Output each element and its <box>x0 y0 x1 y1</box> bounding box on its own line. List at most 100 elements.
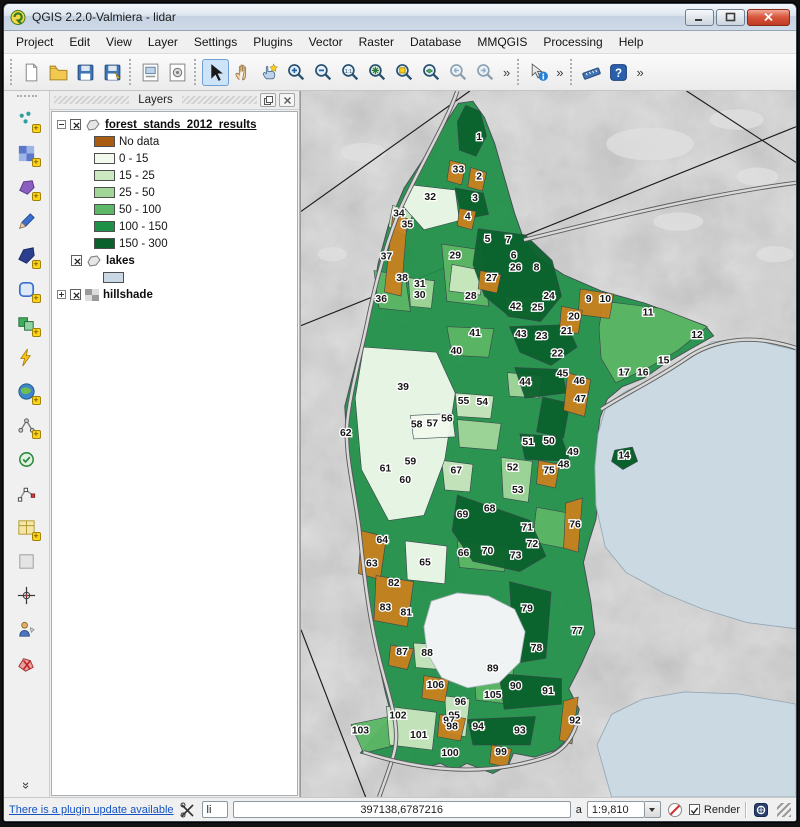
open-project-button[interactable] <box>45 59 72 86</box>
menu-processing[interactable]: Processing <box>535 32 610 52</box>
menu-plugins[interactable]: Plugins <box>245 32 300 52</box>
node-tool-icon[interactable] <box>15 481 39 505</box>
menu-vector[interactable]: Vector <box>301 32 351 52</box>
layer-visibility-checkbox[interactable] <box>70 289 81 300</box>
save-project-as-button[interactable] <box>99 59 126 86</box>
toolbar-overflow-chevron[interactable]: » <box>632 65 647 80</box>
float-panel-button[interactable] <box>260 93 276 107</box>
annotation-pen-icon[interactable] <box>15 209 39 233</box>
scale-combobox[interactable]: 1:9,810 <box>587 801 661 818</box>
svg-text:96: 96 <box>455 697 467 708</box>
check-geometry-icon[interactable] <box>15 447 39 471</box>
new-project-button[interactable] <box>18 59 45 86</box>
legend-item[interactable]: 50 - 100 <box>94 201 297 218</box>
scale-dropdown-button[interactable] <box>645 801 661 818</box>
pointer-tool-button[interactable] <box>202 59 229 86</box>
zoom-to-selection-button[interactable] <box>391 59 418 86</box>
scale-value[interactable]: 1:9,810 <box>587 801 645 818</box>
layer-row-forest-stands[interactable]: forest_stands_2012_results <box>57 116 297 133</box>
legend-item[interactable]: 100 - 150 <box>94 218 297 235</box>
toolbar-handle[interactable] <box>129 59 134 85</box>
legend-item[interactable]: 15 - 25 <box>94 167 297 184</box>
measure-tool-button[interactable] <box>578 59 605 86</box>
zoom-out-button[interactable] <box>310 59 337 86</box>
close-button[interactable] <box>747 9 790 26</box>
svg-text:31: 31 <box>414 279 426 290</box>
collapse-expander-icon[interactable] <box>57 120 66 129</box>
plugin-update-link[interactable]: There is a plugin update available <box>9 804 174 816</box>
composer-manager-button[interactable] <box>164 59 191 86</box>
pan-tool-button[interactable] <box>229 59 256 86</box>
new-vector-layer-icon[interactable] <box>15 311 39 335</box>
menu-edit[interactable]: Edit <box>61 32 98 52</box>
topology-nodes-icon[interactable] <box>15 413 39 437</box>
layer-name[interactable]: forest_stands_2012_results <box>105 119 257 131</box>
toolbar-handle[interactable] <box>10 59 15 85</box>
legend-swatch <box>94 187 115 198</box>
sidebar-handle[interactable] <box>17 95 37 97</box>
sidebar-expand-chevron[interactable]: » <box>19 782 34 789</box>
new-table-icon[interactable] <box>15 515 39 539</box>
zoom-last-button[interactable] <box>445 59 472 86</box>
pan-to-selection-button[interactable] <box>256 59 283 86</box>
minimize-button[interactable] <box>685 9 714 26</box>
resize-grip[interactable] <box>777 803 791 817</box>
lightning-tool-icon[interactable] <box>15 345 39 369</box>
blank-tool-icon[interactable] <box>15 549 39 573</box>
layer-visibility-checkbox[interactable] <box>71 255 82 266</box>
maximize-button[interactable] <box>716 9 745 26</box>
identify-features-button[interactable] <box>525 59 552 86</box>
new-shape-tool-icon[interactable] <box>15 277 39 301</box>
legend-item[interactable]: 150 - 300 <box>94 235 297 252</box>
layer-name[interactable]: lakes <box>106 255 135 267</box>
render-checkbox[interactable]: Render <box>689 804 740 816</box>
extents-toggle-icon[interactable] <box>179 801 197 819</box>
menu-layer[interactable]: Layer <box>140 32 186 52</box>
render-check-icon[interactable] <box>689 804 700 815</box>
expand-expander-icon[interactable] <box>57 290 66 299</box>
legend-item[interactable]: 0 - 15 <box>94 150 297 167</box>
toolbar-overflow-chevron[interactable]: » <box>552 65 567 80</box>
zoom-full-button[interactable] <box>364 59 391 86</box>
toolbar-handle[interactable] <box>194 59 199 85</box>
crs-status-icon[interactable] <box>752 801 770 819</box>
layer-row-lakes[interactable]: lakes <box>71 252 297 269</box>
new-wms-layer-icon[interactable] <box>15 379 39 403</box>
layers-panel-header[interactable]: Layers <box>50 91 299 110</box>
menu-raster[interactable]: Raster <box>351 32 402 52</box>
legend-item[interactable]: 25 - 50 <box>94 184 297 201</box>
multipoint-tool-icon[interactable] <box>15 107 39 131</box>
map-canvas[interactable]: 1332332344355729376268382731302836244225… <box>301 91 796 797</box>
delete-part-icon[interactable] <box>15 651 39 675</box>
save-project-button[interactable] <box>72 59 99 86</box>
menu-project[interactable]: Project <box>8 32 61 52</box>
layer-visibility-checkbox[interactable] <box>70 119 81 130</box>
layer-name[interactable]: hillshade <box>103 289 153 301</box>
layer-row-hillshade[interactable]: hillshade <box>57 286 297 303</box>
title-bar[interactable]: QGIS 2.2.0-Valmiera - lidar <box>4 4 796 31</box>
crosshair-tool-icon[interactable] <box>15 583 39 607</box>
user-annotation-icon[interactable] <box>15 617 39 641</box>
toolbar-overflow-chevron[interactable]: » <box>499 65 514 80</box>
legend-item[interactable]: No data <box>94 133 297 150</box>
help-button[interactable]: ? <box>605 59 632 86</box>
zoom-next-button[interactable] <box>472 59 499 86</box>
menu-mmqgis[interactable]: MMQGIS <box>469 32 535 52</box>
menu-help[interactable]: Help <box>611 32 652 52</box>
menu-settings[interactable]: Settings <box>186 32 245 52</box>
new-spatialite-layer-icon[interactable] <box>15 243 39 267</box>
new-composer-button[interactable] <box>137 59 164 86</box>
toolbar-handle[interactable] <box>517 59 522 85</box>
menu-view[interactable]: View <box>98 32 140 52</box>
toolbar-handle[interactable] <box>570 59 575 85</box>
close-panel-button[interactable] <box>279 93 295 107</box>
new-polygon-layer-icon[interactable] <box>15 175 39 199</box>
stop-render-icon[interactable] <box>666 801 684 819</box>
coordinate-box[interactable]: 397138,6787216 <box>233 801 571 818</box>
zoom-native-button[interactable]: 1:1 <box>337 59 364 86</box>
zoom-to-layer-button[interactable] <box>418 59 445 86</box>
new-raster-layer-icon[interactable] <box>15 141 39 165</box>
panel-grip <box>54 96 129 104</box>
menu-database[interactable]: Database <box>402 32 469 52</box>
zoom-in-button[interactable] <box>283 59 310 86</box>
